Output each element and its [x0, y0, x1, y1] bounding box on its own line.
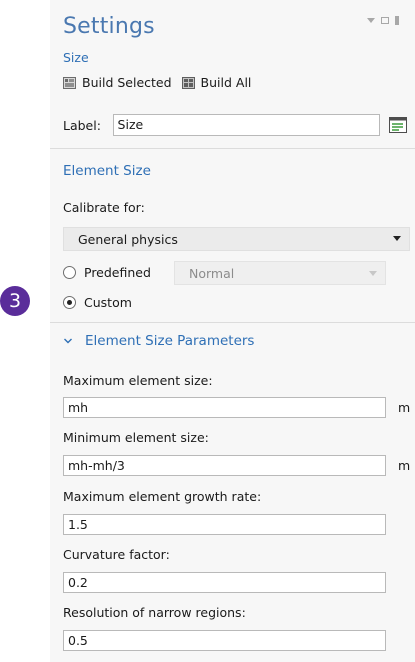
max-element-size-input[interactable]: mh — [63, 397, 386, 418]
narrow-regions-resolution-input[interactable]: 0.5 — [63, 630, 386, 651]
restore-icon[interactable] — [381, 17, 389, 24]
element-size-section-title: Element Size — [63, 163, 151, 179]
calibrate-for-select[interactable]: General physics — [63, 227, 410, 251]
narrow-regions-resolution-label: Resolution of narrow regions: — [63, 605, 246, 620]
predefined-radio-row[interactable]: Predefined — [63, 265, 151, 280]
chevron-down-icon — [64, 338, 72, 344]
divider — [50, 148, 415, 149]
build-selected-label: Build Selected — [82, 75, 172, 90]
divider — [50, 322, 415, 323]
dropdown-arrow-icon — [369, 271, 377, 276]
custom-radio[interactable] — [63, 296, 76, 309]
min-element-size-unit: m — [398, 458, 411, 473]
triangle-down-icon[interactable] — [367, 18, 375, 23]
dropdown-arrow-icon — [393, 236, 401, 241]
settings-subtitle: Size — [63, 50, 89, 65]
pin-icon[interactable] — [395, 16, 399, 25]
custom-label: Custom — [84, 295, 132, 310]
max-growth-rate-label: Maximum element growth rate: — [63, 489, 262, 504]
build-selected-button[interactable]: Build Selected — [63, 75, 172, 90]
predefined-size-value: Normal — [189, 265, 235, 281]
element-size-parameters-header[interactable]: Element Size Parameters — [63, 333, 254, 349]
predefined-size-select: Normal — [174, 261, 386, 285]
settings-panel: Settings Size Build Selected Build All L… — [50, 0, 415, 662]
min-element-size-input[interactable]: mh-mh/3 — [63, 455, 386, 476]
max-element-size-unit: m — [398, 400, 411, 415]
build-all-button[interactable]: Build All — [181, 75, 252, 90]
min-element-size-label: Minimum element size: — [63, 430, 209, 445]
edit-label-button[interactable] — [388, 115, 408, 135]
build-selected-icon — [63, 76, 76, 89]
label-input[interactable]: Size — [112, 114, 381, 136]
max-growth-rate-input[interactable]: 1.5 — [63, 514, 386, 535]
element-size-parameters-title: Element Size Parameters — [85, 333, 255, 349]
max-element-size-label: Maximum element size: — [63, 373, 213, 388]
build-all-icon — [181, 76, 195, 89]
edit-note-icon — [389, 116, 408, 133]
step-number-badge: 3 — [0, 286, 30, 316]
build-toolbar: Build Selected Build All — [63, 75, 257, 90]
calibrate-for-value: General physics — [78, 231, 178, 247]
settings-title: Settings — [63, 14, 155, 39]
curvature-factor-input[interactable]: 0.2 — [63, 572, 386, 593]
calibrate-for-label: Calibrate for: — [63, 200, 145, 215]
window-controls — [367, 16, 399, 25]
label-row: Label: Size — [63, 114, 408, 136]
predefined-label: Predefined — [84, 265, 151, 280]
custom-radio-row[interactable]: Custom — [63, 295, 132, 310]
curvature-factor-label: Curvature factor: — [63, 547, 170, 562]
label-caption: Label: — [63, 117, 101, 133]
predefined-radio[interactable] — [63, 266, 76, 279]
build-all-label: Build All — [200, 75, 252, 90]
